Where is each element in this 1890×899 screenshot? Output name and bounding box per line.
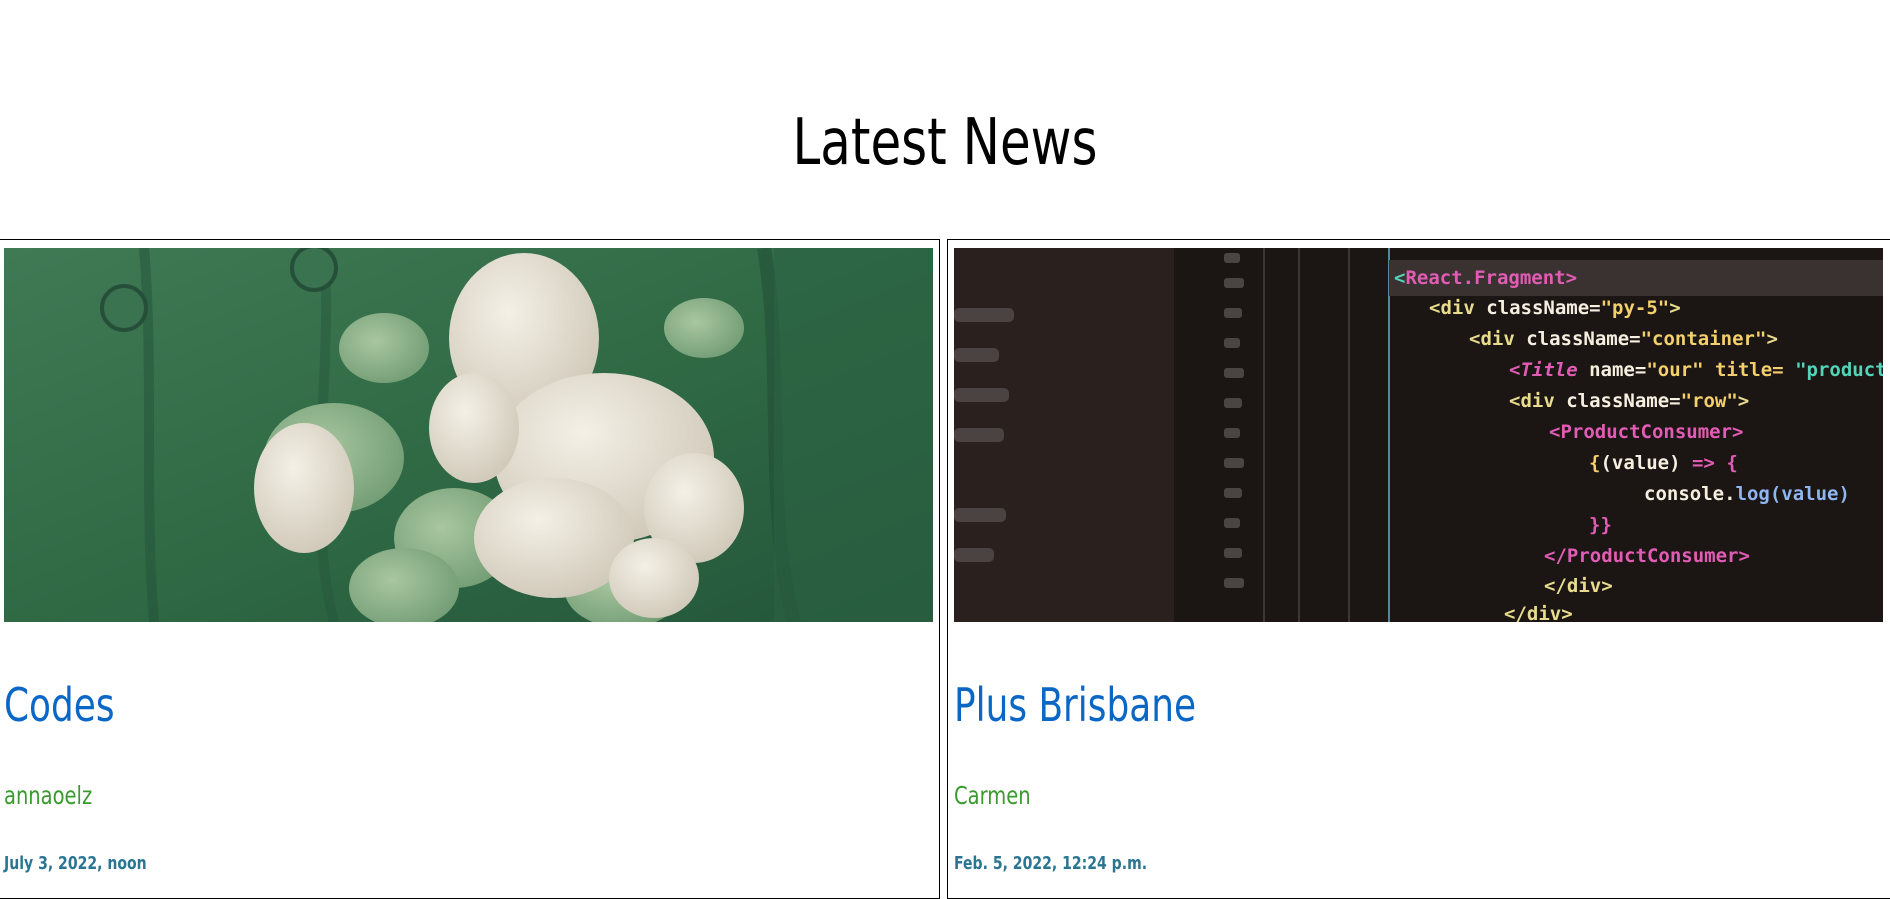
news-date: July 3, 2022, noon xyxy=(4,853,147,874)
news-date: Feb. 5, 2022, 12:24 p.m. xyxy=(954,853,1148,874)
svg-text:}}: }} xyxy=(1589,514,1612,536)
svg-text:<div className="py-5">: <div className="py-5"> xyxy=(1429,297,1681,319)
svg-text:</ProductConsumer>: </ProductConsumer> xyxy=(1544,545,1750,567)
code-screen-photo-icon: <React.Fragment> <div className="py-5"> … xyxy=(954,248,1883,622)
news-image[interactable] xyxy=(4,248,933,622)
flower-bouquet-photo-icon xyxy=(4,248,933,622)
svg-text:<Title name="our" title= "prod: <Title name="our" title= "product xyxy=(1509,359,1883,381)
svg-text:console.log(value): console.log(value) xyxy=(1644,483,1850,505)
news-image[interactable]: <React.Fragment> <div className="py-5"> … xyxy=(954,248,1883,622)
svg-text:{(value) => {: {(value) => { xyxy=(1589,452,1738,474)
news-card: <React.Fragment> <div className="py-5"> … xyxy=(947,239,1890,899)
news-author: Carmen xyxy=(954,781,1031,810)
section-heading: Latest News xyxy=(792,106,1098,180)
svg-text:</div>: </div> xyxy=(1504,603,1573,622)
svg-text:<div className="row">: <div className="row"> xyxy=(1509,390,1749,412)
svg-text:</div>: </div> xyxy=(1544,575,1613,597)
news-title-link[interactable]: Plus Brisbane xyxy=(954,675,1196,735)
news-author: annaoelz xyxy=(4,781,93,810)
svg-text:<React.Fragment>: <React.Fragment> xyxy=(1394,267,1577,289)
svg-text:<div className="container">: <div className="container"> xyxy=(1469,328,1778,350)
svg-text:<ProductConsumer>: <ProductConsumer> xyxy=(1549,421,1743,443)
news-title-link[interactable]: Codes xyxy=(4,675,115,735)
news-card: Codes annaoelz July 3, 2022, noon xyxy=(0,239,940,899)
